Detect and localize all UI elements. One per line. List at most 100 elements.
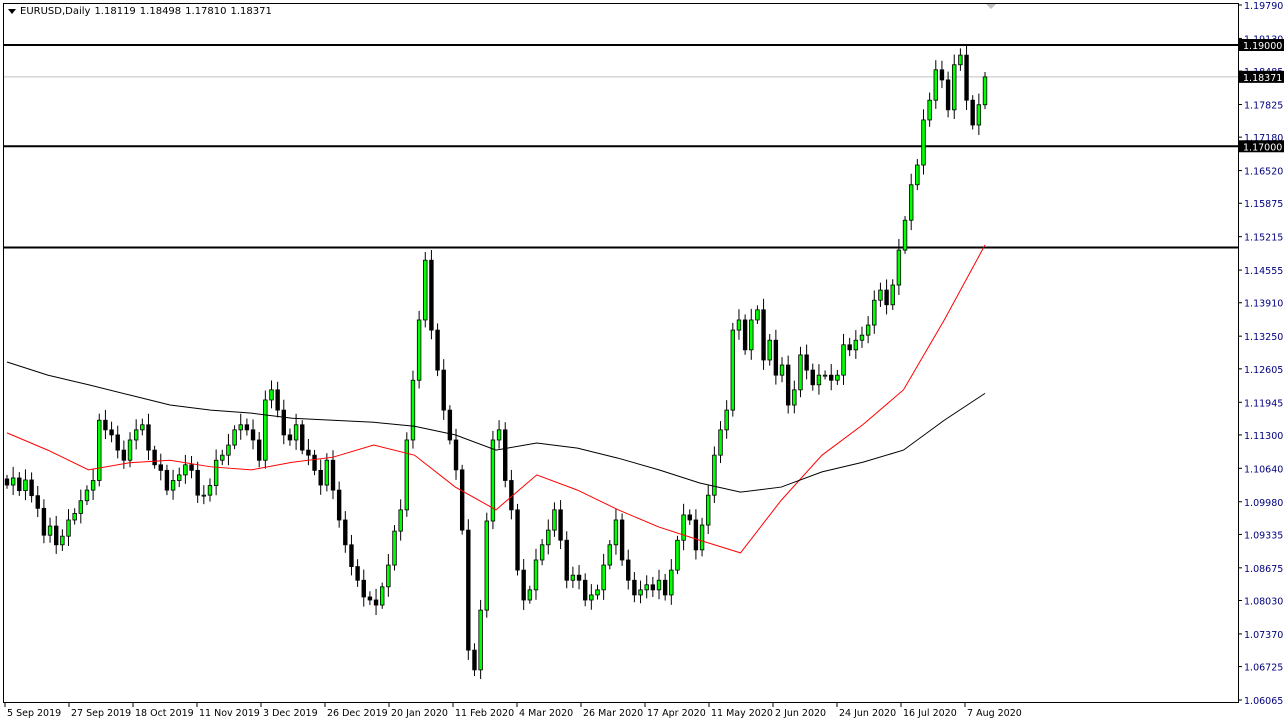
plot-border [4,4,1239,703]
y-tick-label: 1.06065 [1244,696,1283,707]
y-tick-label: 1.11300 [1244,431,1283,442]
bear-candle-body [503,430,507,481]
bull-candle-body [171,480,175,490]
bull-candle-body [264,400,268,460]
bull-candle-body [208,486,212,496]
x-tick-label: 11 May 2020 [711,708,773,719]
bear-candle-body [54,526,58,545]
bull-candle-body [405,440,409,510]
bull-candle-body [24,480,28,491]
bear-candle-body [774,340,778,375]
bear-candle-body [460,470,464,530]
x-tick-label: 16 Jul 2020 [903,708,957,719]
bear-candle-body [368,597,372,600]
bull-candle-body [983,77,987,105]
bear-candle-body [42,508,46,535]
bear-candle-body [940,70,944,80]
bull-candle-body [497,430,501,440]
bear-candle-body [620,520,624,560]
bear-candle-body [965,55,969,100]
bear-candle-body [337,490,341,520]
x-tick-label: 18 Oct 2019 [135,708,194,719]
bull-candle-body [645,585,649,590]
bear-candle-body [946,80,950,110]
chart-shift-marker-icon[interactable] [986,4,996,9]
bear-candle-body [436,330,440,370]
bear-candle-body [559,510,563,540]
bull-candle-body [860,335,864,340]
candlestick-chart[interactable]: 1.197901.191301.184851.178251.171801.165… [0,0,1288,725]
bull-candle-body [823,375,827,376]
bear-candle-body [147,425,151,450]
bear-candle-body [522,570,526,600]
bull-candle-body [141,425,145,430]
bull-candle-body [842,345,846,375]
bull-candle-body [749,320,753,350]
bear-candle-body [430,260,434,330]
bear-candle-body [626,560,630,580]
bear-candle-body [583,580,587,600]
bear-candle-body [651,585,655,590]
bull-candle-body [202,495,206,496]
y-tick-label: 1.13910 [1244,299,1283,310]
bull-candle-body [959,55,963,65]
bull-candle-body [61,536,65,545]
x-tick-label: 20 Jan 2020 [391,708,448,719]
y-tick-label: 1.08030 [1244,596,1283,607]
bull-candle-body [233,430,237,445]
bear-candle-body [786,365,790,405]
bear-candle-body [110,430,114,435]
bull-candle-body [952,65,956,110]
bull-candle-body [922,120,926,165]
bull-candle-body [866,325,870,335]
bull-candle-body [534,560,538,590]
bull-candle-body [817,375,821,385]
bear-candle-body [159,465,163,471]
bull-candle-body [682,515,686,540]
y-tick-label: 1.09335 [1244,530,1283,541]
bear-candle-body [473,650,477,670]
bull-candle-body [485,521,489,610]
bull-candle-body [670,570,674,595]
bull-candle-body [793,390,797,405]
bull-candle-body [399,510,403,531]
bear-candle-body [288,435,292,440]
bull-candle-body [220,455,224,460]
x-tick-label: 3 Dec 2019 [263,708,318,719]
y-tick-label: 1.08675 [1244,564,1283,575]
chart-window[interactable]: EURUSD,Daily 1.18119 1.18498 1.17810 1.1… [0,0,1288,725]
bear-candle-body [663,580,667,595]
bull-candle-body [836,375,840,380]
bear-candle-body [257,440,261,460]
bear-candle-body [577,575,581,580]
bear-candle-body [116,435,120,450]
bear-candle-body [18,478,22,491]
level-price-tag: 1.19000 [1243,41,1282,52]
bull-candle-body [227,445,231,455]
bull-candle-body [325,460,329,485]
bear-candle-body [196,470,200,495]
bull-candle-body [417,320,421,380]
bear-candle-body [190,465,194,471]
y-tick-label: 1.16520 [1244,167,1283,178]
bear-candle-body [356,567,360,581]
bull-candle-body [737,320,741,330]
bear-candle-body [251,430,255,440]
bull-candle-body [780,365,784,375]
bear-candle-body [276,390,280,410]
bear-candle-body [829,375,833,380]
bear-candle-body [30,480,34,496]
bull-candle-body [608,545,612,565]
bull-candle-body [571,575,575,580]
bear-candle-body [245,425,249,430]
bear-candle-body [448,410,452,440]
bull-candle-body [91,480,95,490]
bull-candle-body [719,430,723,455]
x-tick-label: 11 Nov 2019 [199,708,260,719]
y-tick-label: 1.15215 [1244,233,1283,244]
bull-candle-body [48,526,52,535]
bid-price-tag: 1.18371 [1243,73,1282,84]
bull-candle-body [387,565,391,587]
y-tick-label: 1.15875 [1244,199,1283,210]
bull-candle-body [903,220,907,250]
